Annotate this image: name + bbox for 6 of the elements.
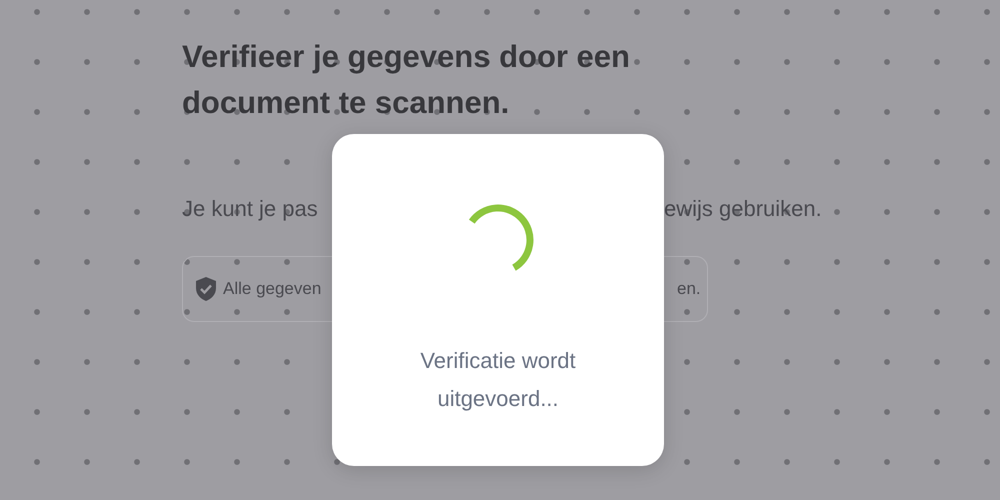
intro-text: ewijs gebruiken.	[664, 196, 822, 222]
loading-message: Verificatie wordt uitgevoerd...	[419, 347, 577, 413]
notice-text: en.	[677, 279, 701, 299]
page-heading: Verifieer je gegevens door een document te scannen.	[182, 38, 631, 122]
notice-text: Alle gegeven	[223, 279, 322, 299]
intro-text: Je kunt je pas	[182, 196, 319, 222]
